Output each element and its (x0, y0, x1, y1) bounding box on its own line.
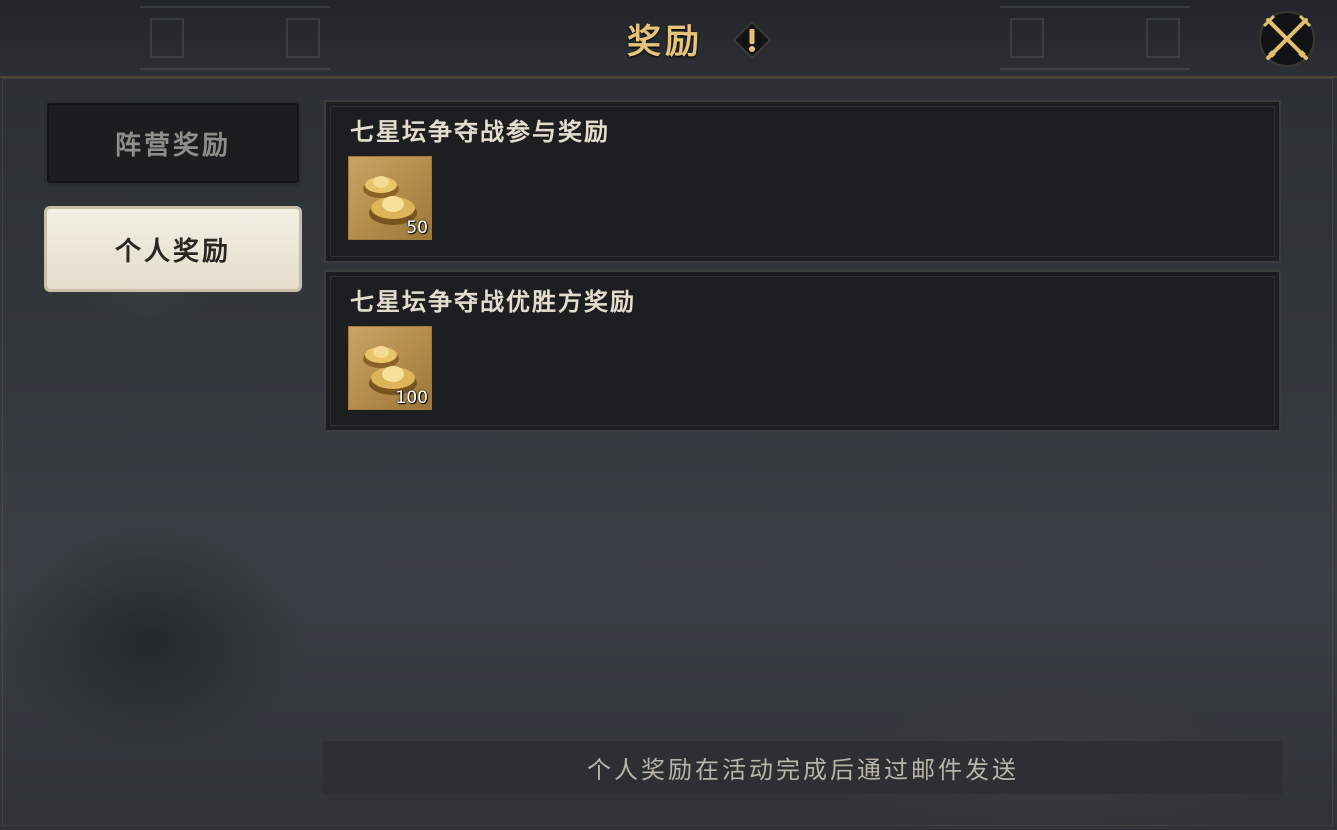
header-ornament-right (1000, 6, 1190, 70)
reward-item-slot[interactable]: 100 (348, 326, 432, 410)
notice-text: 个人奖励在活动完成后通过邮件发送 (587, 756, 1019, 784)
reward-card-winner: 七星坛争夺战优胜方奖励 100 (324, 270, 1281, 432)
tab-personal-rewards[interactable]: 个人奖励 (44, 206, 302, 292)
crossed-swords-close-icon[interactable] (1256, 8, 1318, 70)
reward-quantity: 100 (395, 388, 428, 408)
exclamation-diamond-icon[interactable] (732, 20, 772, 60)
reward-card-participation: 七星坛争夺战参与奖励 50 (324, 100, 1281, 263)
page-title: 奖励 (627, 22, 703, 62)
header-bar: 奖励 (0, 0, 1337, 78)
tab-label: 个人奖励 (114, 236, 231, 267)
reward-item-slot[interactable]: 50 (348, 156, 432, 240)
reward-card-title: 七星坛争夺战优胜方奖励 (350, 287, 636, 316)
header-ornament-left (140, 6, 330, 70)
notice-bar: 个人奖励在活动完成后通过邮件发送 (323, 741, 1283, 794)
tab-camp-rewards[interactable]: 阵营奖励 (44, 100, 302, 186)
tab-label: 阵营奖励 (114, 130, 231, 161)
reward-quantity: 50 (406, 218, 428, 238)
reward-card-title: 七星坛争夺战参与奖励 (350, 117, 610, 146)
